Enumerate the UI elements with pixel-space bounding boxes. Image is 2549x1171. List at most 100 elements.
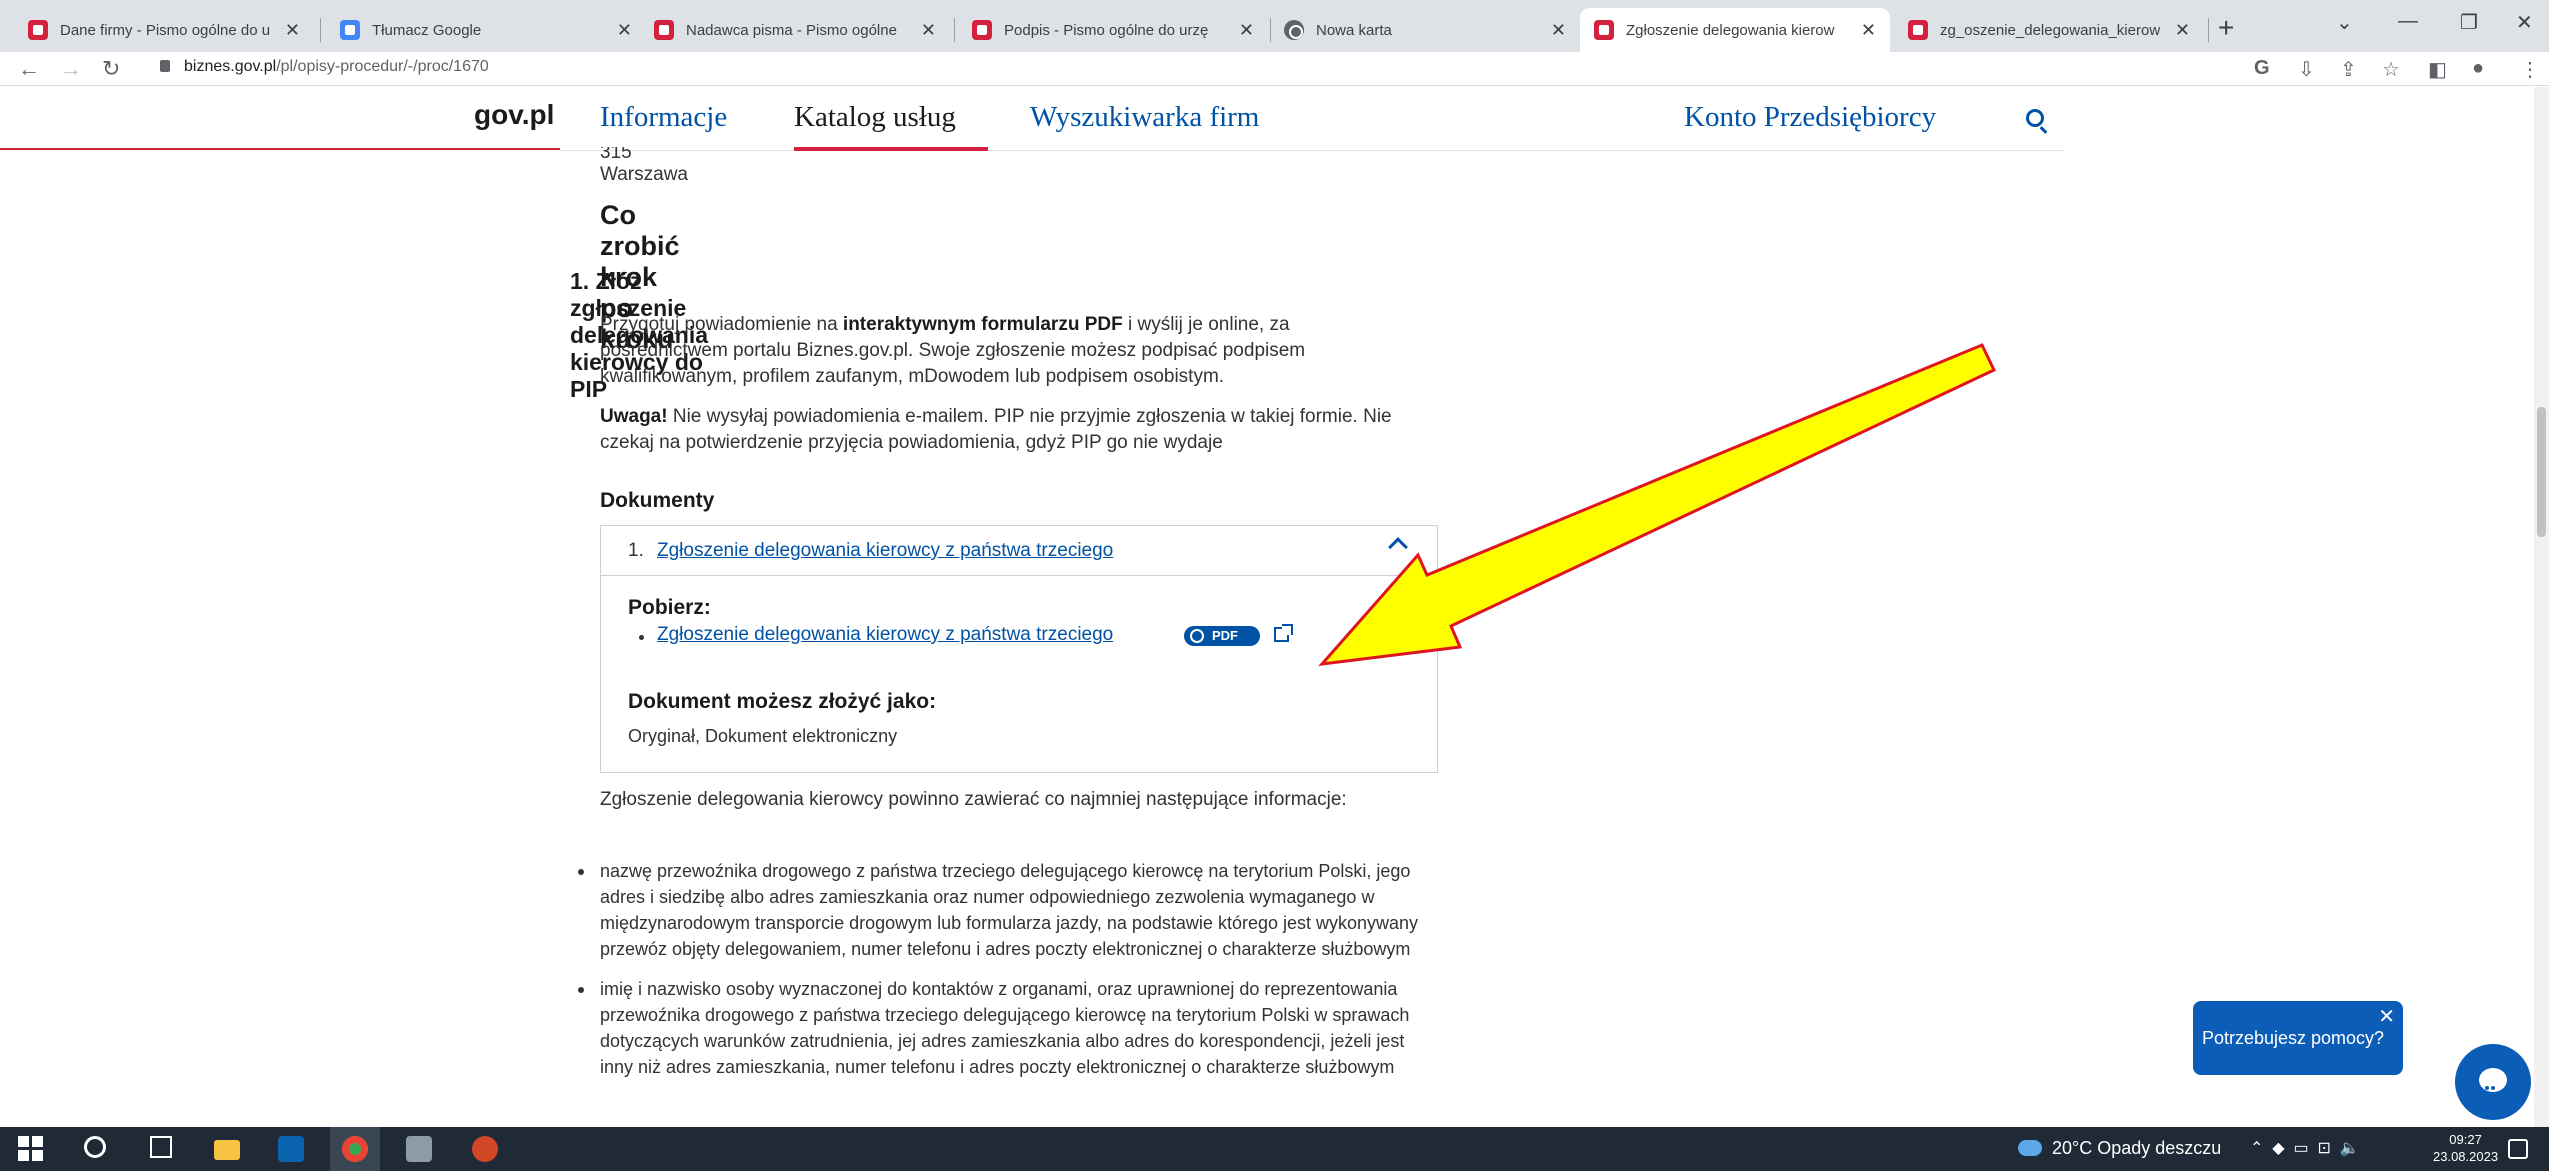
tab-nowa-karta[interactable]: Nowa karta ✕: [1270, 8, 1580, 52]
active-nav-underline: [794, 147, 988, 151]
weather-text: 20°C Opady deszczu: [2052, 1138, 2222, 1158]
powerpoint-icon[interactable]: [472, 1136, 498, 1162]
header-divider: [560, 150, 2065, 151]
chrome-icon[interactable]: [342, 1136, 368, 1162]
documents-heading: Dokumenty: [600, 489, 715, 512]
clock-date: 23.08.2023: [2433, 1149, 2499, 1164]
close-icon[interactable]: ✕: [285, 20, 300, 41]
new-tab-button[interactable]: +: [2218, 12, 2234, 44]
step-description: Przygotuj powiadomienie na interaktywnym…: [600, 312, 1420, 390]
page-scrollbar[interactable]: [2534, 87, 2549, 1127]
chat-button[interactable]: [2455, 1044, 2531, 1120]
list-item: imię i nazwisko osoby wyznaczonej do kon…: [578, 976, 1430, 1080]
submit-as-value: Oryginał, Dokument elektroniczny: [628, 726, 898, 746]
tab-search-chevron-icon[interactable]: ⌄: [2336, 10, 2353, 35]
tab-separator: [954, 18, 955, 42]
tab-title: Zgłoszenie delegowania kierow: [1626, 21, 1835, 39]
google-translate-icon: [340, 20, 360, 40]
forward-arrow-icon[interactable]: →: [60, 56, 82, 82]
minimize-icon[interactable]: —: [2398, 10, 2418, 33]
chat-bubble-icon: [2485, 1077, 2501, 1108]
download-document-link[interactable]: Zgłoszenie delegowania kierowcy z państw…: [657, 624, 1113, 646]
window-close-icon[interactable]: ✕: [2516, 10, 2533, 35]
close-icon[interactable]: ✕: [1239, 20, 1254, 41]
site-header: gov.pl Informacje Katalog usług Wyszukiw…: [0, 87, 2549, 153]
document-number: 1.: [628, 540, 644, 561]
tab-tlumacz-google[interactable]: Tłumacz Google ✕: [326, 8, 646, 52]
document-title-link[interactable]: Zgłoszenie delegowania kierowcy z państw…: [657, 540, 1113, 562]
bookmark-star-icon[interactable]: ☆: [2382, 57, 2400, 82]
close-icon[interactable]: ✕: [2378, 1007, 2395, 1027]
share-icon[interactable]: ⇪: [2340, 57, 2357, 82]
tab-title: Nadawca pisma - Pismo ogólne: [686, 21, 897, 39]
tab-title: Tłumacz Google: [372, 21, 482, 39]
profile-avatar-icon[interactable]: ●: [2472, 57, 2484, 80]
info-intro-text: Zgłoszenie delegowania kierowcy powinno …: [600, 789, 1347, 810]
pdf-download-badge[interactable]: PDF: [1184, 626, 1260, 646]
tab-title: Podpis - Pismo ogólne do urzę: [1004, 21, 1209, 39]
close-icon[interactable]: ✕: [617, 20, 632, 41]
scrollbar-thumb[interactable]: [2537, 407, 2546, 537]
restore-icon[interactable]: ❐: [2460, 10, 2478, 35]
help-bubble[interactable]: Potrzebujesz pomocy? ✕: [2193, 1001, 2403, 1075]
app-icon[interactable]: [406, 1136, 432, 1162]
help-bubble-text: Potrzebujesz pomocy?: [2201, 1028, 2385, 1048]
url-domain: biznes.gov.pl: [184, 58, 277, 75]
tab-title: Dane firmy - Pismo ogólne do u: [60, 21, 271, 39]
tab-title: zg_oszenie_delegowania_kierow: [1940, 21, 2161, 39]
taskbar-search-icon[interactable]: [84, 1136, 106, 1158]
windows-taskbar: 20°C Opady deszczu ⌃ ◆ ▭ ⊡ 🔈 09:27 23.08…: [0, 1127, 2549, 1171]
file-explorer-icon[interactable]: [214, 1140, 240, 1160]
google-lens-icon[interactable]: G: [2254, 57, 2270, 80]
warning-text: Nie wysyłaj powiadomienia e-mailem. PIP …: [600, 406, 1392, 453]
tab-zg-oszenie-pdf[interactable]: zg_oszenie_delegowania_kierow ✕: [1894, 8, 2204, 52]
windows-start-icon[interactable]: [18, 1136, 44, 1162]
address-bar[interactable]: biznes.gov.pl/pl/opisy-procedur/-/proc/1…: [160, 58, 489, 76]
outlook-icon[interactable]: [278, 1136, 304, 1162]
download-heading: Pobierz:: [628, 596, 711, 619]
warning-label: Uwaga!: [600, 406, 668, 427]
step-description-text: Przygotuj powiadomienie na: [600, 314, 843, 335]
reload-icon[interactable]: ↻: [102, 56, 120, 82]
clock-time: 09:27: [2449, 1132, 2482, 1147]
nav-wyszukiwarka-firm[interactable]: Wyszukiwarka firm: [1030, 101, 1259, 134]
tab-nadawca-pisma[interactable]: Nadawca pisma - Pismo ogólne ✕: [640, 8, 950, 52]
tab-podpis[interactable]: Podpis - Pismo ogólne do urzę ✕: [958, 8, 1268, 52]
browser-tab-strip: Dane firmy - Pismo ogólne do u ✕ Tłumacz…: [0, 0, 2549, 52]
task-view-icon[interactable]: [150, 1136, 172, 1158]
close-icon[interactable]: ✕: [2175, 20, 2190, 41]
back-arrow-icon[interactable]: ←: [18, 56, 40, 82]
search-icon[interactable]: [2026, 109, 2044, 127]
govpl-logo[interactable]: gov.pl: [474, 99, 554, 131]
list-item: nazwę przewoźnika drogowego z państwa tr…: [578, 858, 1430, 962]
nav-konto-przedsiebiorcy[interactable]: Konto Przedsiębiorcy: [1684, 101, 1936, 134]
side-panel-icon[interactable]: ◧: [2428, 57, 2447, 82]
required-info-list: nazwę przewoźnika drogowego z państwa tr…: [578, 858, 1430, 1094]
browser-toolbar: ← → ↻ biznes.gov.pl/pl/opisy-procedur/-/…: [0, 52, 2549, 86]
lock-icon: [160, 60, 170, 72]
close-icon[interactable]: ✕: [921, 20, 936, 41]
close-icon[interactable]: ✕: [1551, 20, 1566, 41]
warning-paragraph: Uwaga! Nie wysyłaj powiadomienia e-maile…: [600, 404, 1420, 456]
external-link-icon[interactable]: [1274, 624, 1293, 642]
notifications-icon[interactable]: [2508, 1139, 2528, 1159]
browser-menu-icon[interactable]: ⋮: [2520, 57, 2540, 82]
nav-katalog-uslug[interactable]: Katalog usług: [794, 101, 956, 134]
nav-informacje[interactable]: Informacje: [600, 101, 727, 134]
close-icon[interactable]: ✕: [1861, 20, 1876, 41]
tab-dane-firmy[interactable]: Dane firmy - Pismo ogólne do u ✕: [14, 8, 314, 52]
tab-zgloszenie-delegowania[interactable]: Zgłoszenie delegowania kierow ✕: [1580, 8, 1890, 52]
partial-address-text: 315 Warszawa: [600, 142, 688, 185]
tab-title: Nowa karta: [1316, 21, 1392, 39]
yellow-annotation-arrow-icon: [1318, 343, 1997, 666]
system-tray-icons[interactable]: ⌃ ◆ ▭ ⊡ 🔈: [2250, 1138, 2360, 1158]
weather-widget[interactable]: 20°C Opady deszczu: [2018, 1138, 2221, 1159]
taskbar-clock[interactable]: 09:27 23.08.2023: [2433, 1131, 2498, 1165]
header-red-line: [0, 148, 560, 150]
govpl-favicon-icon: [1594, 20, 1614, 40]
install-app-icon[interactable]: ⇩: [2298, 57, 2315, 82]
tab-separator: [2208, 18, 2209, 42]
govpl-favicon-icon: [1908, 20, 1928, 40]
govpl-favicon-icon: [28, 20, 48, 40]
url-path: /pl/opisy-procedur/-/proc/1670: [276, 58, 489, 75]
